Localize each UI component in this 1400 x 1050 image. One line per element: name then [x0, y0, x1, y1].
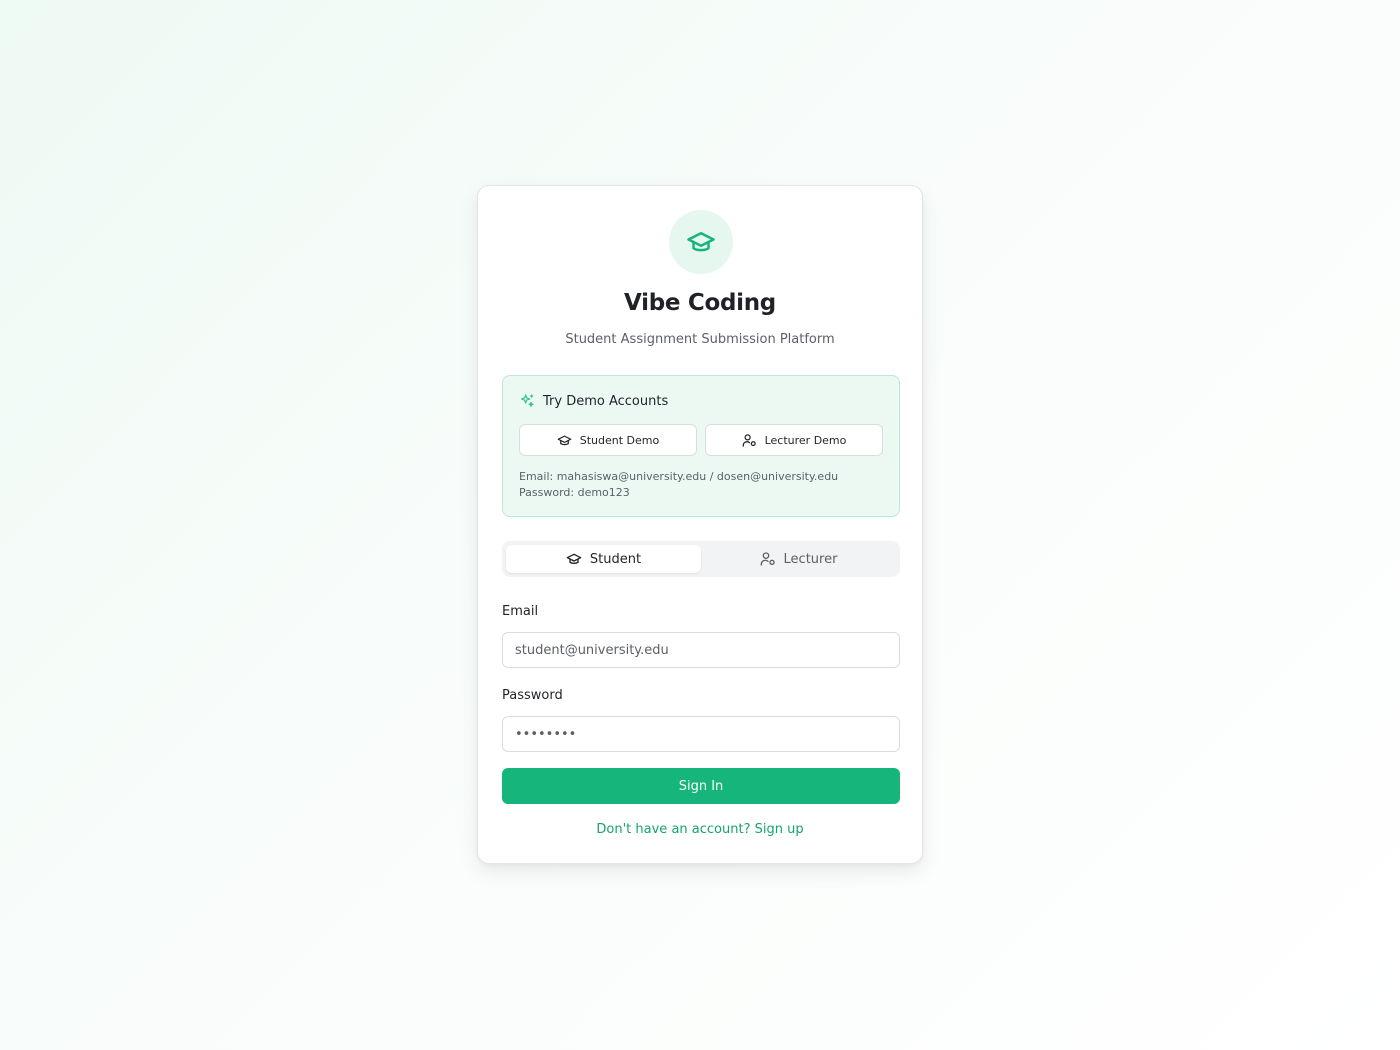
password-label: Password: [502, 688, 563, 703]
student-demo-label: Student Demo: [579, 433, 660, 447]
lecturer-demo-button[interactable]: Lecturer Demo: [705, 424, 883, 456]
demo-accounts-header: Try Demo Accounts: [519, 393, 668, 409]
sign-in-button[interactable]: Sign In: [502, 768, 900, 804]
email-field[interactable]: [502, 632, 900, 668]
demo-email-info: Email: mahasiswa@university.edu / dosen@…: [519, 470, 839, 483]
graduation-cap-icon: [557, 433, 572, 448]
user-cog-icon: [742, 433, 757, 448]
tab-lecturer[interactable]: Lecturer: [701, 545, 896, 573]
sparkles-icon: [519, 393, 535, 409]
email-label: Email: [502, 604, 539, 619]
role-tabs: Student Lecturer: [502, 541, 900, 577]
demo-password-info: Password: demo123: [519, 486, 630, 499]
app-title: Vibe Coding: [624, 290, 776, 316]
demo-credentials: Email: mahasiswa@university.edu / dosen@…: [519, 469, 838, 501]
demo-accounts-title: Try Demo Accounts: [543, 393, 669, 409]
login-card: Vibe Coding Student Assignment Submissio…: [477, 185, 923, 864]
app-subtitle: Student Assignment Submission Platform: [565, 332, 835, 347]
student-demo-button[interactable]: Student Demo: [519, 424, 697, 456]
lecturer-demo-label: Lecturer Demo: [764, 433, 847, 447]
graduation-cap-icon: [686, 227, 716, 257]
user-cog-icon: [760, 551, 776, 567]
demo-accounts-panel: Try Demo Accounts Student Demo Lecturer …: [502, 375, 900, 517]
tab-student[interactable]: Student: [506, 545, 701, 573]
sign-up-link[interactable]: Don't have an account? Sign up: [478, 822, 922, 837]
graduation-cap-icon: [566, 551, 582, 567]
tab-student-label: Student: [589, 551, 642, 567]
tab-lecturer-label: Lecturer: [783, 551, 838, 567]
password-field[interactable]: [502, 716, 900, 752]
logo: [669, 210, 733, 274]
